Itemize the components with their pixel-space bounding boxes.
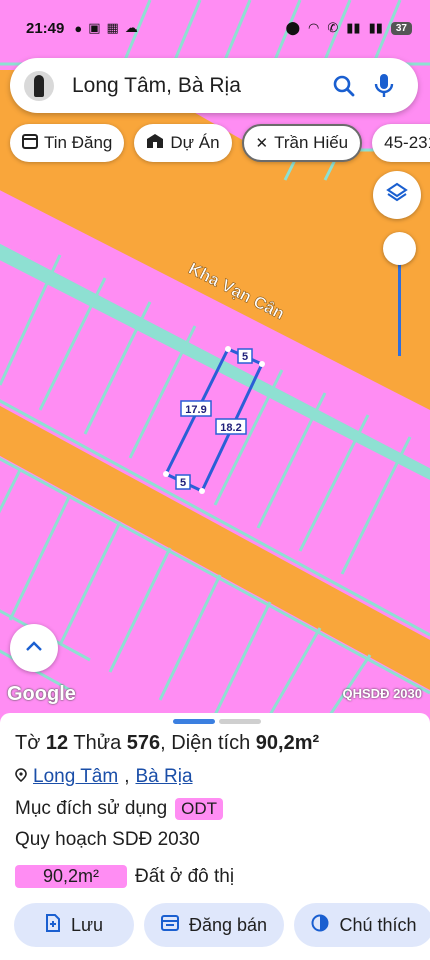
plan-area-row: 90,2m² Đất ở đô thị — [15, 865, 234, 888]
ward-link[interactable]: Long Tâm — [33, 766, 118, 788]
chip-label: Dự Án — [170, 133, 220, 152]
chip-45-231[interactable]: 45-231 — [372, 124, 430, 162]
pager-dot[interactable] — [219, 719, 261, 724]
layers-icon — [386, 182, 408, 209]
area-prefix: Diện tích — [171, 732, 251, 754]
pager-dot-active[interactable] — [173, 719, 215, 724]
call-icon: ✆ — [327, 20, 339, 35]
location-pin-icon — [15, 766, 27, 788]
chip-label: Tin Đăng — [44, 133, 113, 152]
parcel-address: Long Tâm, Bà Rịa — [15, 766, 193, 788]
sheet-number: 12 — [45, 732, 69, 754]
plan-area-chip: 90,2m² — [15, 865, 128, 888]
avatar[interactable] — [24, 70, 54, 101]
slider-knob[interactable] — [383, 232, 416, 265]
messenger-icon: ● — [74, 20, 83, 36]
save-icon — [45, 913, 61, 937]
dim-bottom-label: 5 — [180, 477, 186, 489]
search-query[interactable]: Long Tâm, Bà Rịa — [72, 74, 324, 98]
building-icon — [146, 133, 164, 153]
legend-button[interactable]: Chú thích — [294, 903, 430, 947]
dim-right-label: 18.2 — [220, 422, 241, 434]
parcel-title: Tờ 12 Thửa 576, Diện tích 90,2m² — [15, 732, 320, 754]
microphone-icon[interactable] — [364, 66, 404, 106]
planning-label: Quy hoạch SDĐ 2030 — [15, 829, 200, 850]
layers-button[interactable] — [373, 171, 421, 219]
chip-tin-dang[interactable]: Tin Đăng — [10, 124, 125, 162]
tools-icon: ✕ — [255, 135, 269, 152]
plan-desc: Đất ở đô thị — [135, 865, 235, 887]
momo-icon: ▦ — [106, 20, 119, 35]
save-label: Lưu — [70, 914, 104, 935]
planning-row: Quy hoạch SDĐ 2030 — [15, 829, 200, 851]
parcel-prefix: Thửa — [73, 732, 122, 754]
filter-chips: Tin Đăng Dự Án ✕ Trần Hiếu 45-231 — [10, 124, 430, 162]
legend-icon — [311, 914, 329, 937]
google-logo: Google — [7, 683, 76, 705]
status-time: 21:49 — [26, 19, 65, 37]
city-link[interactable]: Bà Rịa — [135, 766, 192, 788]
sheet-pager[interactable] — [173, 719, 261, 724]
chip-du-an[interactable]: Dự Án — [134, 124, 232, 162]
listing-label: Đăng bán — [188, 914, 268, 935]
calendar-icon — [22, 133, 38, 153]
parcel-area: 90,2m² — [255, 732, 320, 754]
dim-left-label: 17.9 — [185, 404, 206, 416]
cloud-icon: ☁ — [124, 20, 138, 35]
signal-icon: ▮▮ — [346, 20, 361, 35]
location-icon: ⬤ — [285, 20, 300, 35]
parcel-number: 576 — [126, 732, 161, 754]
opacity-slider[interactable] — [383, 232, 416, 362]
purpose-code-badge: ODT — [175, 798, 224, 820]
notification-icons: ● ▣ ▦ ☁ — [74, 20, 137, 36]
layer-tag: QHSDĐ 2030 — [342, 686, 422, 701]
chevron-up-icon — [25, 639, 43, 657]
status-bar: 21:49 ● ▣ ▦ ☁ ⬤ ◠ ✆ ▮▮ ▮▮ 37 — [0, 0, 430, 56]
expand-up-button[interactable] — [10, 624, 58, 672]
search-icon[interactable] — [324, 66, 364, 106]
chip-tran-hieu[interactable]: ✕ Trần Hiếu — [241, 124, 363, 162]
dim-top-label: 5 — [242, 351, 248, 363]
chip-label: Trần Hiếu — [274, 133, 349, 152]
signal-icon-2: ▮▮ — [368, 20, 383, 35]
search-bar[interactable]: Long Tâm, Bà Rịa — [10, 58, 418, 113]
title-prefix: Tờ — [15, 732, 41, 754]
listing-icon — [160, 914, 179, 936]
legend-label: Chú thích — [339, 914, 417, 935]
battery-icon: 37 — [390, 21, 412, 35]
chip-label: 45-231 — [384, 133, 430, 152]
app-icon: ▣ — [88, 20, 101, 35]
listing-button[interactable]: Đăng bán — [144, 903, 284, 947]
purpose-label: Mục đích sử dụng — [15, 798, 168, 819]
save-button[interactable]: Lưu — [14, 903, 134, 947]
wifi-icon: ◠ — [308, 20, 320, 35]
action-buttons: Lưu Đăng bán Chú thích — [14, 903, 430, 947]
parcel-info-sheet: Tờ 12 Thửa 576, Diện tích 90,2m² Long Tâ… — [0, 713, 430, 960]
purpose-row: Mục đích sử dụng ODT — [15, 798, 224, 820]
